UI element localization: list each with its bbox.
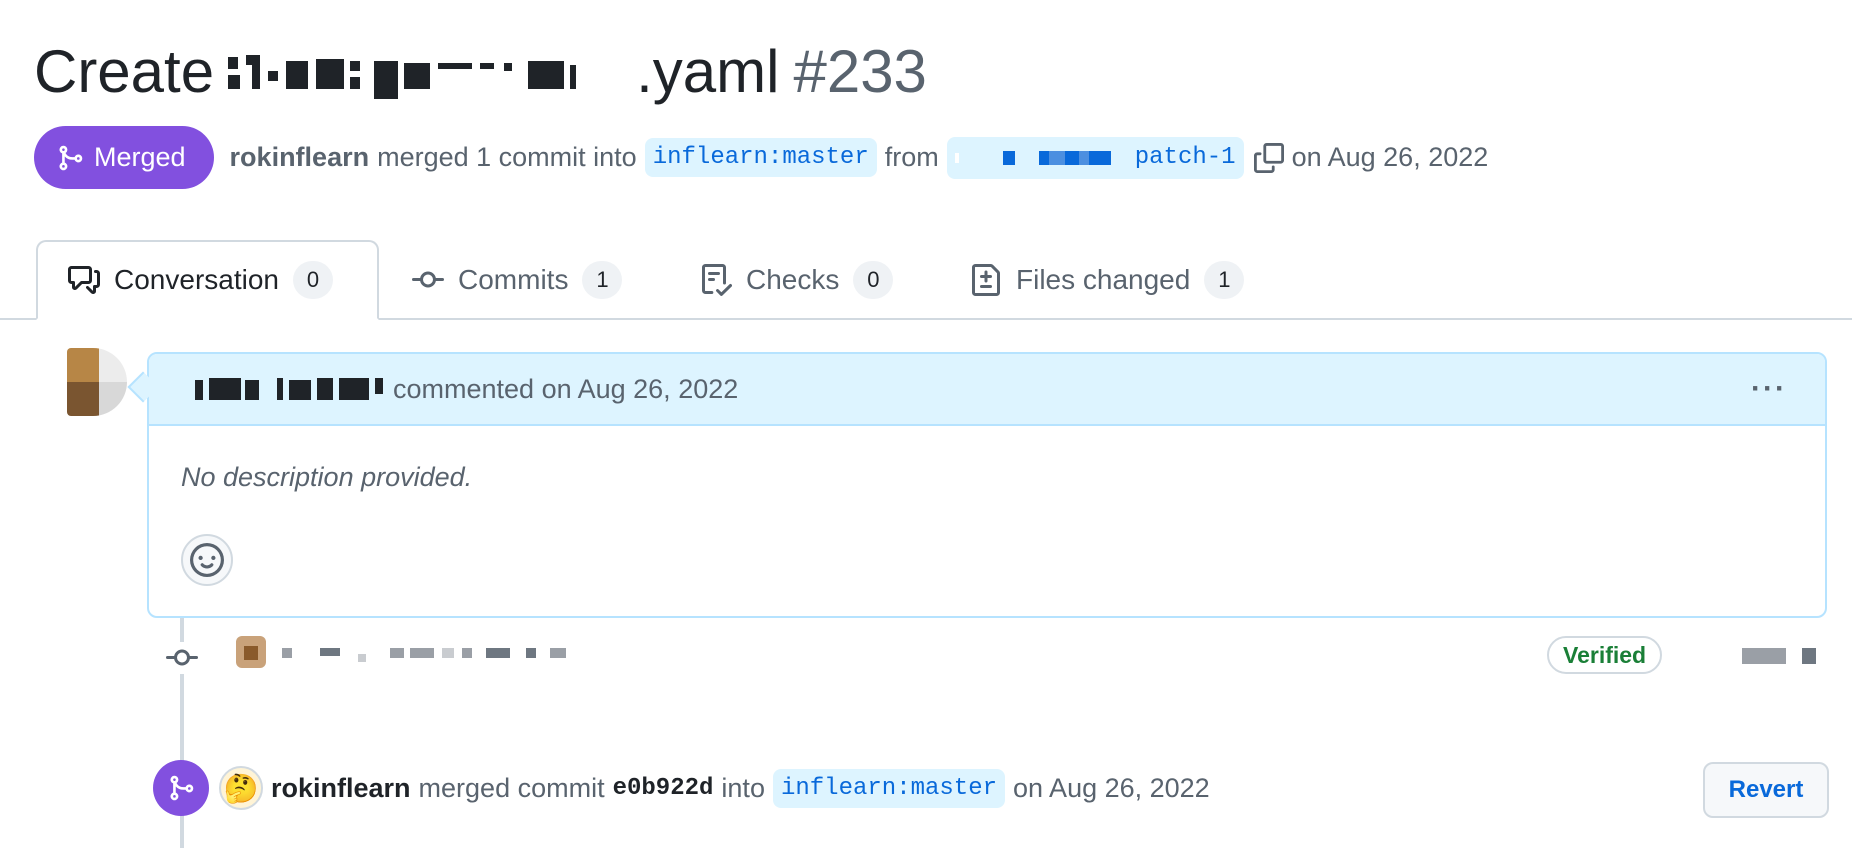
kebab-menu-icon[interactable]: ··· xyxy=(1751,372,1787,406)
avatar[interactable]: 🤔 xyxy=(219,766,263,810)
tab-conversation[interactable]: Conversation 0 xyxy=(36,240,379,320)
pr-date: on Aug 26, 2022 xyxy=(1291,142,1489,172)
pr-meta: Merged rokinflearn merged 1 commit into … xyxy=(34,126,1488,189)
tab-counter: 1 xyxy=(582,261,623,299)
revert-button[interactable]: Revert xyxy=(1703,762,1829,818)
checklist-icon xyxy=(702,264,732,296)
comment-box: commented on Aug 26, 2022 ··· No descrip… xyxy=(147,352,1827,618)
file-diff-icon xyxy=(972,264,1000,296)
tab-commits[interactable]: Commits 1 xyxy=(382,240,652,320)
merge-event: 🤔 rokinflearn merged commit e0b922d into… xyxy=(153,758,1829,818)
state-badge: Merged xyxy=(34,126,214,189)
redacted-commit-message[interactable] xyxy=(230,636,650,676)
pr-tabs: Conversation 0 Commits 1 Checks 0 Files … xyxy=(0,240,1852,320)
tab-counter: 0 xyxy=(853,261,894,299)
tab-counter: 0 xyxy=(292,261,333,299)
tab-label: Commits xyxy=(458,264,569,295)
pr-title-prefix: Create xyxy=(34,38,215,105)
git-merge-icon xyxy=(59,145,83,170)
pr-number: #233 xyxy=(793,38,927,105)
redacted-username[interactable] xyxy=(193,374,387,404)
pr-author-link[interactable]: rokinflearn xyxy=(230,142,370,173)
tab-files-changed[interactable]: Files changed 1 xyxy=(940,240,1274,320)
add-reaction-button[interactable] xyxy=(181,534,233,586)
verified-badge[interactable]: Verified xyxy=(1547,636,1663,674)
copy-icon[interactable] xyxy=(1253,141,1288,175)
git-commit-icon xyxy=(166,642,198,674)
pr-title: Create .yaml #233 xyxy=(34,34,927,110)
comment-header: commented on Aug 26, 2022 ··· xyxy=(149,354,1825,426)
merge-text: merged commit xyxy=(418,772,605,803)
git-merge-icon xyxy=(153,760,209,816)
comment-body: No description provided. xyxy=(181,462,473,492)
git-commit-icon xyxy=(412,271,444,288)
comment-meta: commented on Aug 26, 2022 xyxy=(393,373,739,404)
base-branch[interactable]: inflearn:master xyxy=(644,138,877,177)
pr-action-text: merged 1 commit into xyxy=(377,142,637,172)
base-branch[interactable]: inflearn:master xyxy=(772,768,1006,808)
head-branch-name: patch-1 xyxy=(1134,144,1236,171)
tab-label: Files changed xyxy=(1016,264,1191,295)
pr-title-suffix: .yaml xyxy=(636,38,780,105)
tab-counter: 1 xyxy=(1204,261,1245,299)
from-text: from xyxy=(884,142,939,172)
into-text: into xyxy=(721,772,765,803)
avatar[interactable] xyxy=(67,348,127,416)
redacted-commit-sha[interactable] xyxy=(1742,648,1832,664)
head-branch[interactable]: patch-1 xyxy=(946,136,1244,179)
state-label: Merged xyxy=(94,142,186,172)
comment-discussion-icon xyxy=(68,266,100,294)
tab-label: Checks xyxy=(746,264,840,295)
merge-author-link[interactable]: rokinflearn xyxy=(271,773,411,804)
redacted-filename xyxy=(224,47,634,99)
commit-row: Verified xyxy=(160,636,1830,680)
tab-checks[interactable]: Checks 0 xyxy=(670,240,923,320)
merge-date: on Aug 26, 2022 xyxy=(1013,772,1210,803)
commit-sha-link[interactable]: e0b922d xyxy=(613,775,714,802)
smiley-icon xyxy=(190,543,224,577)
tab-label: Conversation xyxy=(114,264,279,295)
